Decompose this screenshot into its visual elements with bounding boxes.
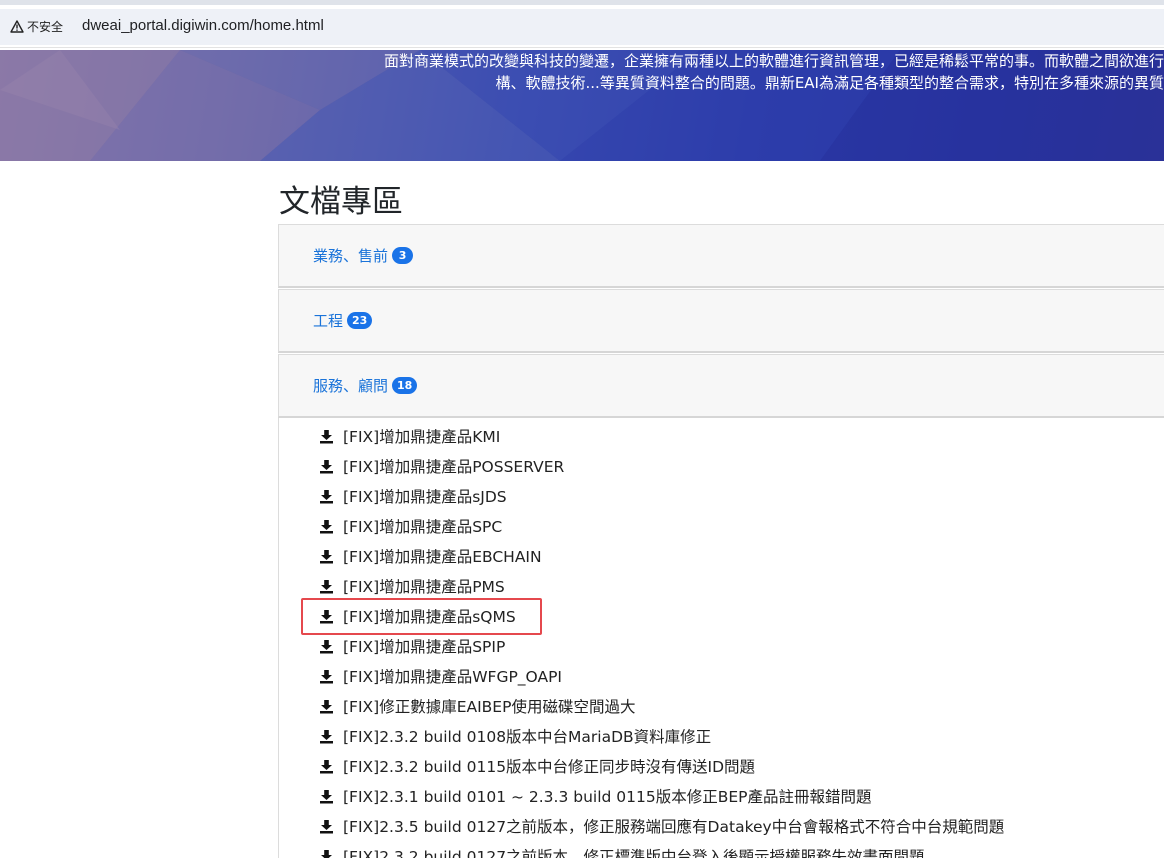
file-item[interactable]: [FIX]增加鼎捷產品PMS bbox=[319, 575, 505, 597]
omnibox[interactable]: 不安全 dweai_portal.digiwin.com/home.html bbox=[0, 9, 1164, 45]
file-item[interactable]: [FIX]修正數據庫EAIBEP使用磁碟空間過大 bbox=[319, 695, 635, 717]
download-icon[interactable] bbox=[319, 729, 334, 744]
download-icon[interactable] bbox=[319, 699, 334, 714]
file-link[interactable]: [FIX]增加鼎捷產品EBCHAIN bbox=[343, 545, 542, 567]
download-icon[interactable] bbox=[319, 549, 334, 564]
file-list: [FIX]增加鼎捷產品KMI [FIX]增加鼎捷產品POSSERVER [FIX]增… bbox=[278, 418, 1164, 858]
download-icon[interactable] bbox=[319, 639, 334, 654]
count-badge: 23 bbox=[347, 312, 373, 329]
file-link[interactable]: [FIX]2.3.2 build 0115版本中台修正同步時沒有傳送ID問題 bbox=[343, 755, 755, 777]
file-link[interactable]: [FIX]增加鼎捷產品PMS bbox=[343, 575, 505, 597]
count-badge: 3 bbox=[392, 247, 414, 264]
security-indicator[interactable]: 不安全 bbox=[10, 18, 63, 35]
section-label[interactable]: 工程 bbox=[313, 310, 343, 331]
file-item[interactable]: [FIX]增加鼎捷產品POSSERVER bbox=[319, 455, 564, 477]
file-item[interactable]: [FIX]增加鼎捷產品SPIP bbox=[319, 635, 505, 657]
download-icon[interactable] bbox=[319, 789, 334, 804]
download-icon[interactable] bbox=[319, 669, 334, 684]
file-link[interactable]: [FIX]增加鼎捷產品SPIP bbox=[343, 635, 505, 657]
file-item[interactable]: [FIX]增加鼎捷產品sJDS bbox=[319, 485, 507, 507]
browser-address-bar: 不安全 dweai_portal.digiwin.com/home.html bbox=[0, 5, 1164, 48]
file-link[interactable]: [FIX]增加鼎捷產品SPC bbox=[343, 515, 502, 537]
download-icon[interactable] bbox=[319, 459, 334, 474]
section-engineering[interactable]: 工程 23 bbox=[278, 289, 1164, 353]
file-item[interactable]: [FIX]2.3.5 build 0127之前版本，修正服務端回應有Datake… bbox=[319, 815, 1004, 837]
file-item[interactable]: [FIX]2.3.1 build 0101 ~ 2.3.3 build 0115… bbox=[319, 785, 872, 807]
file-item[interactable]: [FIX]增加鼎捷產品EBCHAIN bbox=[319, 545, 542, 567]
file-link[interactable]: [FIX]2.3.2 build 0127之前版本，修正標準版中台登入後顯示授權… bbox=[343, 845, 925, 858]
section-label[interactable]: 服務、顧問 bbox=[313, 375, 388, 396]
hero-banner: 面對商業模式的改變與科技的變遷，企業擁有兩種以上的軟體進行資訊管理，已經是稀鬆平… bbox=[0, 50, 1164, 161]
file-item[interactable]: [FIX]2.3.2 build 0115版本中台修正同步時沒有傳送ID問題 bbox=[319, 755, 755, 777]
file-item[interactable]: [FIX]2.3.2 build 0127之前版本，修正標準版中台登入後顯示授權… bbox=[319, 845, 925, 858]
file-link[interactable]: [FIX]增加鼎捷產品sJDS bbox=[343, 485, 507, 507]
file-item[interactable]: [FIX]增加鼎捷產品KMI bbox=[319, 425, 500, 447]
highlight-box bbox=[301, 598, 542, 635]
download-icon[interactable] bbox=[319, 819, 334, 834]
file-item[interactable]: [FIX]2.3.2 build 0108版本中台MariaDB資料庫修正 bbox=[319, 725, 711, 747]
section-service[interactable]: 服務、顧問 18 bbox=[278, 354, 1164, 418]
file-link[interactable]: [FIX]2.3.2 build 0108版本中台MariaDB資料庫修正 bbox=[343, 725, 711, 747]
file-link[interactable]: [FIX]增加鼎捷產品WFGP_OAPI bbox=[343, 665, 562, 687]
file-item[interactable]: [FIX]增加鼎捷產品WFGP_OAPI bbox=[319, 665, 562, 687]
file-link[interactable]: [FIX]修正數據庫EAIBEP使用磁碟空間過大 bbox=[343, 695, 635, 717]
url-text[interactable]: dweai_portal.digiwin.com/home.html bbox=[82, 17, 324, 34]
file-link[interactable]: [FIX]2.3.1 build 0101 ~ 2.3.3 build 0115… bbox=[343, 785, 872, 807]
security-label: 不安全 bbox=[27, 20, 64, 34]
download-icon[interactable] bbox=[319, 579, 334, 594]
page-title: 文檔專區 bbox=[279, 184, 403, 220]
document-accordion: 業務、售前 3 工程 23 服務、顧問 18 bbox=[278, 224, 1164, 418]
download-icon[interactable] bbox=[319, 489, 334, 504]
banner-line-2: 構、軟體技術...等異質資料整合的問題。鼎新EAI為滿足各種類型的整合需求，特別… bbox=[495, 74, 1164, 92]
file-link[interactable]: [FIX]增加鼎捷產品KMI bbox=[343, 425, 500, 447]
download-icon[interactable] bbox=[319, 519, 334, 534]
file-item[interactable]: [FIX]增加鼎捷產品SPC bbox=[319, 515, 502, 537]
banner-line-1: 面對商業模式的改變與科技的變遷，企業擁有兩種以上的軟體進行資訊管理，已經是稀鬆平… bbox=[383, 52, 1164, 70]
banner-description: 面對商業模式的改變與科技的變遷，企業擁有兩種以上的軟體進行資訊管理，已經是稀鬆平… bbox=[224, 50, 1164, 94]
download-icon[interactable] bbox=[319, 849, 334, 858]
warning-icon bbox=[10, 20, 24, 33]
download-icon[interactable] bbox=[319, 759, 334, 774]
count-badge: 18 bbox=[392, 377, 418, 394]
section-label[interactable]: 業務、售前 bbox=[313, 245, 388, 266]
file-link[interactable]: [FIX]增加鼎捷產品POSSERVER bbox=[343, 455, 564, 477]
section-sales[interactable]: 業務、售前 3 bbox=[278, 224, 1164, 288]
file-link[interactable]: [FIX]2.3.5 build 0127之前版本，修正服務端回應有Datake… bbox=[343, 815, 1004, 837]
download-icon[interactable] bbox=[319, 429, 334, 444]
